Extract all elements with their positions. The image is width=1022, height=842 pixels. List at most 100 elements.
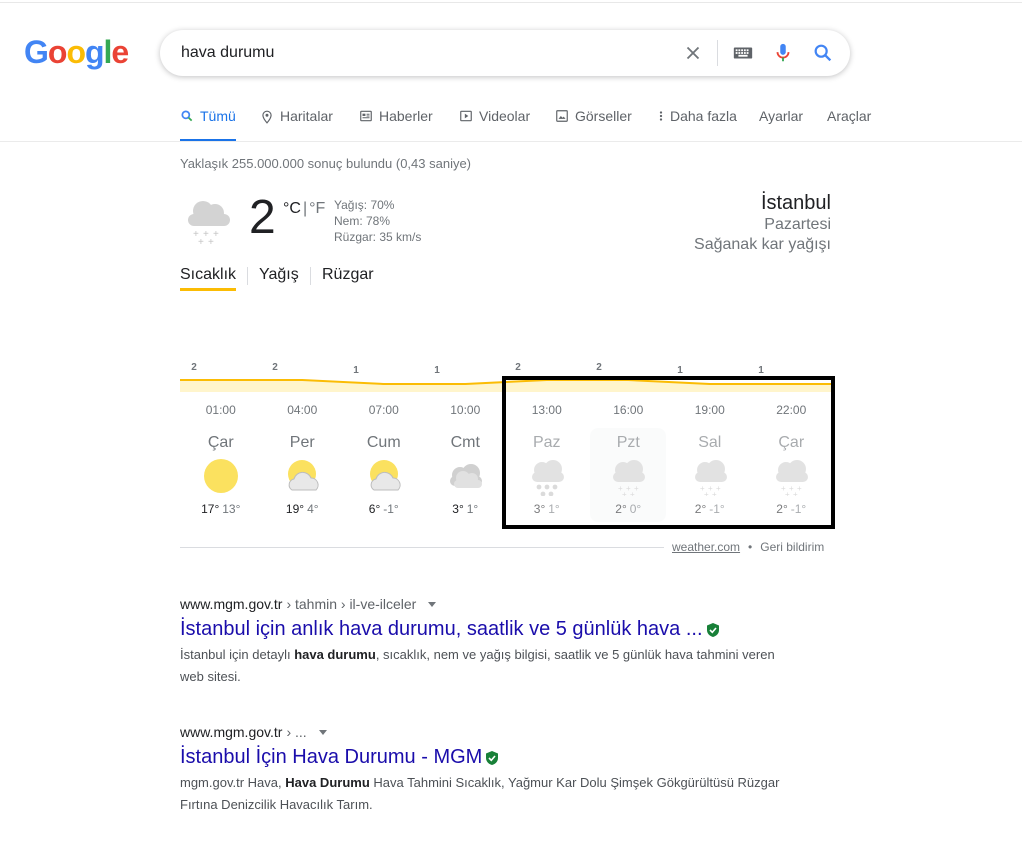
chart-value-label: 2 [191, 362, 197, 373]
precipitation: Yağış: 70% [334, 198, 395, 212]
humidity: Nem: 78% [334, 214, 391, 228]
forecast-temps: 19° 4° [264, 502, 340, 516]
weather-condition: Sağanak kar yağışı [694, 236, 831, 253]
feedback-link[interactable]: Geri bildirim [760, 540, 824, 554]
chart-value-label: 2 [596, 362, 602, 373]
tab-tools[interactable]: Araçlar [827, 108, 871, 142]
partly-cloudy-icon [369, 460, 401, 491]
result-url[interactable]: www.mgm.gov.tr › tahmin › il-ve-ilceler [180, 596, 780, 612]
unit-toggle: °C | °F [283, 200, 325, 218]
forecast-high: 6° [368, 502, 381, 516]
hour-label: 07:00 [368, 403, 399, 417]
chevron-down-icon[interactable] [318, 729, 327, 735]
forecast-day[interactable]: Cmt 3° 1° [427, 428, 503, 522]
hour-label: 04:00 [287, 403, 318, 417]
tab-maps[interactable]: Haritalar [260, 108, 333, 142]
logo-letter: e [111, 34, 129, 70]
result-site: www.mgm.gov.tr [180, 724, 283, 740]
keyboard-icon[interactable] [732, 42, 754, 64]
forecast-day[interactable]: Çar 17° 13° [183, 428, 259, 522]
verified-shield-icon [486, 750, 499, 765]
forecast-low: 1° [466, 502, 479, 516]
logo-letter: g [84, 34, 105, 70]
forecast-high: 3° [452, 502, 464, 516]
snippet-highlight: Hava Durumu [285, 775, 370, 790]
tab-label: Haritalar [280, 108, 333, 124]
celsius-button[interactable]: °C [283, 200, 301, 217]
sun-icon [203, 459, 238, 493]
tab-more[interactable]: Daha fazla [658, 108, 737, 142]
tab-news[interactable]: Haberler [359, 108, 433, 142]
top-border [0, 2, 1022, 3]
forecast-day[interactable]: Per 19° 4° [264, 428, 340, 522]
tab-label: Daha fazla [670, 108, 737, 124]
clear-icon[interactable] [682, 42, 704, 64]
video-icon [460, 110, 472, 122]
forecast-temps: 6° -1° [346, 502, 422, 516]
result-snippet: İstanbul için detaylı hava durumu, sıcak… [180, 644, 780, 688]
forecast-low: 4° [307, 502, 319, 516]
snippet-text: mgm.gov.tr Hava, [180, 775, 286, 790]
tab-images[interactable]: Görseller [555, 108, 632, 142]
source-dot: • [748, 540, 753, 554]
forecast-day[interactable]: Cum 6° -1° [346, 428, 422, 522]
tab-precipitation[interactable]: Yağış [259, 266, 299, 284]
logo-letter: l [103, 34, 113, 70]
result-snippet: mgm.gov.tr Hava, Hava Durumu Hava Tahmin… [180, 772, 780, 816]
chart-value-label: 2 [515, 362, 521, 373]
highlight-box [502, 376, 835, 529]
tab-label: Ayarlar [759, 108, 804, 124]
tab-all[interactable]: Tümü [180, 108, 236, 142]
forecast-temps: 3° 1° [427, 502, 503, 516]
unit-separator: | [302, 200, 308, 217]
search-icon [181, 110, 193, 122]
tab-settings[interactable]: Ayarlar [759, 108, 803, 142]
result-url[interactable]: www.mgm.gov.tr › ... [180, 724, 780, 740]
more-vert-icon [659, 111, 663, 121]
result-stats: Yaklaşık 255.000.000 sonuç bulundu (0,43… [180, 156, 472, 171]
microphone-icon[interactable] [772, 42, 794, 64]
search-input[interactable]: hava durumu [181, 44, 274, 62]
current-temperature: 2 [249, 191, 276, 244]
tab-label: Tümü [200, 108, 236, 124]
forecast-day-name: Cmt [450, 434, 480, 451]
search-divider [717, 40, 718, 66]
tab-separator [310, 267, 311, 285]
result-title-text: İstanbul için anlık hava durumu, saatlik… [180, 618, 703, 640]
hour-label: 01:00 [205, 403, 236, 417]
tab-videos[interactable]: Videolar [459, 108, 530, 142]
search-box[interactable]: hava durumu [160, 30, 850, 76]
forecast-high: 17° [201, 502, 220, 516]
hour-label: 10:00 [450, 403, 481, 417]
city-name: İstanbul [760, 192, 831, 214]
snippet-text: İstanbul için detaylı [180, 647, 295, 662]
tab-label: Görseller [575, 108, 632, 124]
google-logo[interactable]: Google [24, 34, 129, 71]
result-title-text: İstanbul İçin Hava Durumu - MGM [180, 746, 483, 768]
result-title[interactable]: İstanbul İçin Hava Durumu - MGM [180, 746, 780, 769]
tab-label: Videolar [479, 108, 531, 124]
forecast-low: 13° [222, 502, 241, 516]
chart-value-label: 1 [434, 365, 440, 376]
result-breadcrumbs: › tahmin › il-ve-ilceler [286, 596, 417, 612]
logo-letter: G [24, 34, 49, 70]
search-submit-icon[interactable] [812, 42, 834, 64]
fahrenheit-button[interactable]: °F [309, 200, 325, 217]
chevron-down-icon[interactable] [428, 601, 437, 607]
forecast-temps: 17° 13° [183, 502, 259, 516]
result-title[interactable]: İstanbul için anlık hava durumu, saatlik… [180, 618, 780, 641]
search-result: www.mgm.gov.tr › ... İstanbul İçin Hava … [180, 724, 780, 816]
svg-text:+: + [213, 229, 219, 240]
chart-value-label: 1 [677, 365, 683, 376]
image-icon [556, 110, 568, 122]
search-result: www.mgm.gov.tr › tahmin › il-ve-ilceler … [180, 596, 780, 688]
forecast-day-name: Per [289, 434, 315, 451]
tab-label: Araçlar [827, 108, 872, 124]
tab-wind[interactable]: Rüzgar [322, 266, 374, 284]
result-breadcrumbs: › ... [286, 724, 307, 740]
verified-shield-icon [706, 622, 719, 637]
partly-cloudy-icon [288, 460, 319, 491]
tab-separator [247, 267, 248, 285]
weather-source-link[interactable]: weather.com [672, 540, 740, 554]
tab-temperature[interactable]: Sıcaklık [180, 266, 237, 291]
